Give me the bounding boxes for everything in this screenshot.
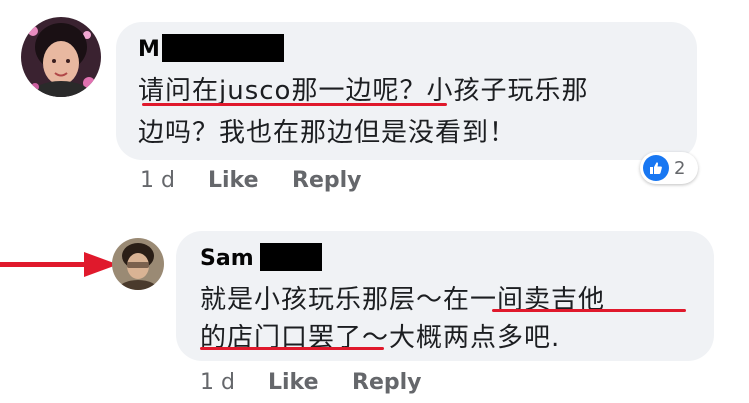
red-underline-1 (142, 103, 447, 106)
reaction-summary-1[interactable]: 2 (640, 152, 698, 184)
comment-bubble-1: M 请问在jusco那一边呢？小孩子玩乐那 边吗？我也在那边但是没看到！ (116, 22, 697, 160)
comment-text-1-line-2: 边吗？我也在那边但是没看到！ (138, 118, 517, 148)
comment-actions-1: 1 d Like Reply (140, 168, 400, 196)
comment-time-1[interactable]: 1 d (140, 168, 175, 193)
avatar-commenter-2[interactable] (112, 238, 164, 290)
comment-time-2[interactable]: 1 d (200, 370, 235, 395)
comment-author-1[interactable]: M (138, 37, 160, 62)
reaction-count-1: 2 (674, 157, 686, 179)
like-button-1[interactable]: Like (208, 168, 259, 193)
redacted-name-2 (260, 243, 322, 271)
red-underline-2a (492, 309, 686, 312)
redacted-name-1 (162, 34, 284, 62)
reply-button-2[interactable]: Reply (352, 370, 422, 395)
avatar-commenter-1[interactable] (21, 17, 101, 97)
comment-thread: M 请问在jusco那一边呢？小孩子玩乐那 边吗？我也在那边但是没看到！ 2 1… (0, 0, 749, 403)
like-button-2[interactable]: Like (268, 370, 319, 395)
red-underline-2b (200, 347, 384, 350)
red-arrow (0, 252, 118, 277)
comment-actions-2: 1 d Like Reply (200, 370, 460, 398)
comment-bubble-2: Sam 就是小孩玩乐那层～在一间卖吉他 的店门口罢了～大概两点多吧. (176, 231, 714, 361)
thumbs-up-icon (643, 155, 669, 181)
comment-text-1-line-1: 请问在jusco那一边呢？小孩子玩乐那 (138, 76, 589, 106)
reply-button-1[interactable]: Reply (292, 168, 362, 193)
comment-author-2[interactable]: Sam (200, 246, 254, 271)
